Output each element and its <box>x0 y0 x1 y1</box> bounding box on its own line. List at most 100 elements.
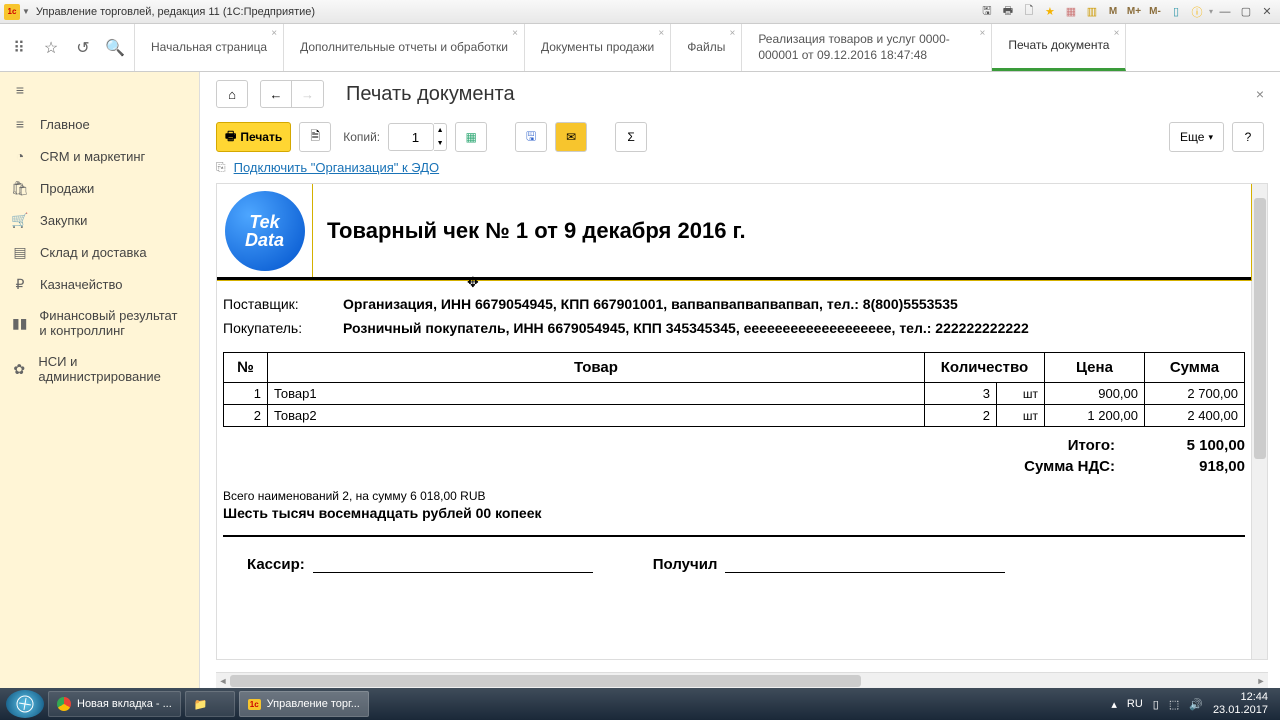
tab-close-icon[interactable]: × <box>658 28 664 39</box>
sidebar-item[interactable]: ₽Казначейство <box>0 268 199 300</box>
print-icon[interactable]: 🖶 <box>999 3 1017 21</box>
sidebar-item-label: Склад и доставка <box>40 245 147 260</box>
tab[interactable]: Реализация товаров и услуг 0000-000001 о… <box>742 24 992 71</box>
m-button[interactable]: M <box>1104 3 1122 21</box>
buyer-label: Покупатель: <box>223 320 343 336</box>
tray-expand-icon[interactable]: ▴ <box>1111 698 1117 711</box>
email-button[interactable]: ✉ <box>555 122 587 152</box>
supplier-value: Организация, ИНН 6679054945, КПП 6679010… <box>343 296 958 312</box>
tab[interactable]: Документы продажи× <box>525 24 671 71</box>
sidebar-item[interactable]: ▮▮ Финансовый результат и контроллинг <box>0 300 199 346</box>
sidebar-toggle[interactable]: ≡ <box>0 72 199 108</box>
sidebar-item-icon: ≡ <box>12 116 28 132</box>
minimize-button[interactable]: — <box>1216 3 1234 21</box>
tab-close-icon[interactable]: × <box>729 28 735 39</box>
save-icon[interactable]: 🖫 <box>978 3 996 21</box>
tab[interactable]: Дополнительные отчеты и обработки× <box>284 24 525 71</box>
forward-button: → <box>292 80 324 108</box>
m-plus-button[interactable]: M+ <box>1125 3 1143 21</box>
edo-icon: ⎘ <box>216 160 226 175</box>
tab-close-icon[interactable]: × <box>271 28 277 39</box>
language-indicator[interactable]: RU <box>1127 698 1143 710</box>
page-close-button[interactable]: × <box>1256 86 1264 102</box>
sidebar-item-label: НСИ и администрирование <box>38 354 187 384</box>
sidebar-item[interactable]: ◔ CRM и маркетинг <box>0 140 199 172</box>
col-num: № <box>224 353 268 383</box>
tab[interactable]: Начальная страница× <box>135 24 284 71</box>
col-qty: Количество <box>925 353 1045 383</box>
sidebar-item-label: Финансовый результат и контроллинг <box>39 308 187 338</box>
vat-label: Сумма НДС: <box>1024 458 1115 475</box>
history-icon[interactable]: ↺ <box>74 39 92 57</box>
buyer-value: Розничный покупатель, ИНН 6679054945, КП… <box>343 320 1029 336</box>
printer-icon: 🖶 <box>225 127 236 148</box>
favorite-icon[interactable]: ★ <box>1041 3 1059 21</box>
sidebar-item-label: Казначейство <box>40 277 122 292</box>
document-viewport[interactable]: TekData Товарный чек № 1 от 9 декабря 20… <box>216 183 1268 660</box>
sidebar-item[interactable]: 🛒 Закупки <box>0 204 199 236</box>
info-icon[interactable]: ⓘ <box>1188 3 1206 21</box>
search-icon[interactable]: 🔍 <box>106 39 124 57</box>
more-button[interactable]: Еще▾ <box>1169 122 1224 152</box>
taskbar-item[interactable]: 1cУправление торг... <box>239 691 369 717</box>
save-button[interactable]: 🖫 <box>515 122 547 152</box>
taskbar-item[interactable]: 📁 <box>185 691 235 717</box>
preview-button[interactable]: 🗎 <box>299 122 331 152</box>
sidebar-item-icon: ▮▮ <box>12 315 27 331</box>
copies-up[interactable]: ▲ <box>434 124 446 137</box>
preview-icon[interactable]: 🗋 <box>1020 3 1038 21</box>
tab[interactable]: Файлы× <box>671 24 742 71</box>
copies-input[interactable] <box>388 123 434 151</box>
sidebar-item-icon: 🛍 <box>12 180 28 196</box>
copies-label: Копий: <box>343 130 380 144</box>
sidebar-item-label: Продажи <box>40 181 94 196</box>
tray-volume-icon[interactable]: 🔊 <box>1189 698 1203 711</box>
start-button[interactable] <box>6 690 44 718</box>
tab-close-icon[interactable]: × <box>1114 28 1120 39</box>
toolbar: 🖶Печать 🗎 Копий: ▲▼ ▦ 🖫 ✉ Σ Еще▾ ? <box>200 116 1280 158</box>
taskbar-item[interactable]: Новая вкладка - ... <box>48 691 181 717</box>
tab-close-icon[interactable]: × <box>979 28 985 39</box>
nav-sidebar: ≡ ≡Главное ◔ CRM и маркетинг 🛍 Продажи 🛒 Закуп… <box>0 72 200 688</box>
m-minus-button[interactable]: M- <box>1146 3 1164 21</box>
app-menu-dropdown-icon[interactable]: ▼ <box>22 7 30 16</box>
home-button[interactable]: ⌂ <box>216 80 248 108</box>
tray-network-icon[interactable]: ⬚ <box>1169 698 1179 711</box>
sidebar-item[interactable]: 🛍 Продажи <box>0 172 199 204</box>
tab[interactable]: Печать документа× <box>992 24 1126 71</box>
sidebar-item[interactable]: ✿НСИ и администрирование <box>0 346 199 392</box>
sidebar-item-icon: ▤ <box>12 244 28 260</box>
sidebar-item-icon: 🛒 <box>12 212 28 228</box>
received-line <box>725 555 1005 573</box>
panel-icon[interactable]: ▯ <box>1167 3 1185 21</box>
windows-taskbar: Новая вкладка - ...📁1cУправление торг...… <box>0 688 1280 720</box>
copies-down[interactable]: ▼ <box>434 137 446 150</box>
vertical-scrollbar[interactable] <box>1251 184 1267 659</box>
amount-words: Шесть тысяч восемнадцать рублей 00 копее… <box>223 505 1245 521</box>
close-button[interactable]: ✕ <box>1258 3 1276 21</box>
apps-icon[interactable]: ⠿ <box>10 39 28 57</box>
tab-close-icon[interactable]: × <box>512 28 518 39</box>
back-button[interactable]: ← <box>260 80 292 108</box>
received-label: Получил <box>653 556 718 573</box>
calc-icon[interactable]: ▥ <box>1083 3 1101 21</box>
star-icon[interactable]: ☆ <box>42 39 60 57</box>
sidebar-item[interactable]: ▤ Склад и доставка <box>0 236 199 268</box>
app-icon: 1c <box>4 4 20 20</box>
sidebar-item-label: CRM и маркетинг <box>40 149 145 164</box>
table-row: 2Товар22шт1 200,002 400,00 <box>224 405 1245 427</box>
sidebar-item[interactable]: ≡Главное <box>0 108 199 140</box>
edo-link[interactable]: Подключить "Организация" к ЭДО <box>234 160 440 175</box>
help-button[interactable]: ? <box>1232 122 1264 152</box>
print-button[interactable]: 🖶Печать <box>216 122 291 152</box>
calendar-icon[interactable]: ▦ <box>1062 3 1080 21</box>
hamburger-icon: ≡ <box>12 82 28 98</box>
template-button[interactable]: ▦ <box>455 122 487 152</box>
tray-clock[interactable]: 12:44 23.01.2017 <box>1213 691 1274 717</box>
maximize-button[interactable]: ▢ <box>1237 3 1255 21</box>
sum-button[interactable]: Σ <box>615 122 647 152</box>
horizontal-scrollbar[interactable]: ◄► <box>216 672 1268 688</box>
tray-flag-icon[interactable]: ▯ <box>1153 698 1159 711</box>
sidebar-item-label: Закупки <box>40 213 87 228</box>
sidebar-item-icon: ◔ <box>12 148 28 164</box>
